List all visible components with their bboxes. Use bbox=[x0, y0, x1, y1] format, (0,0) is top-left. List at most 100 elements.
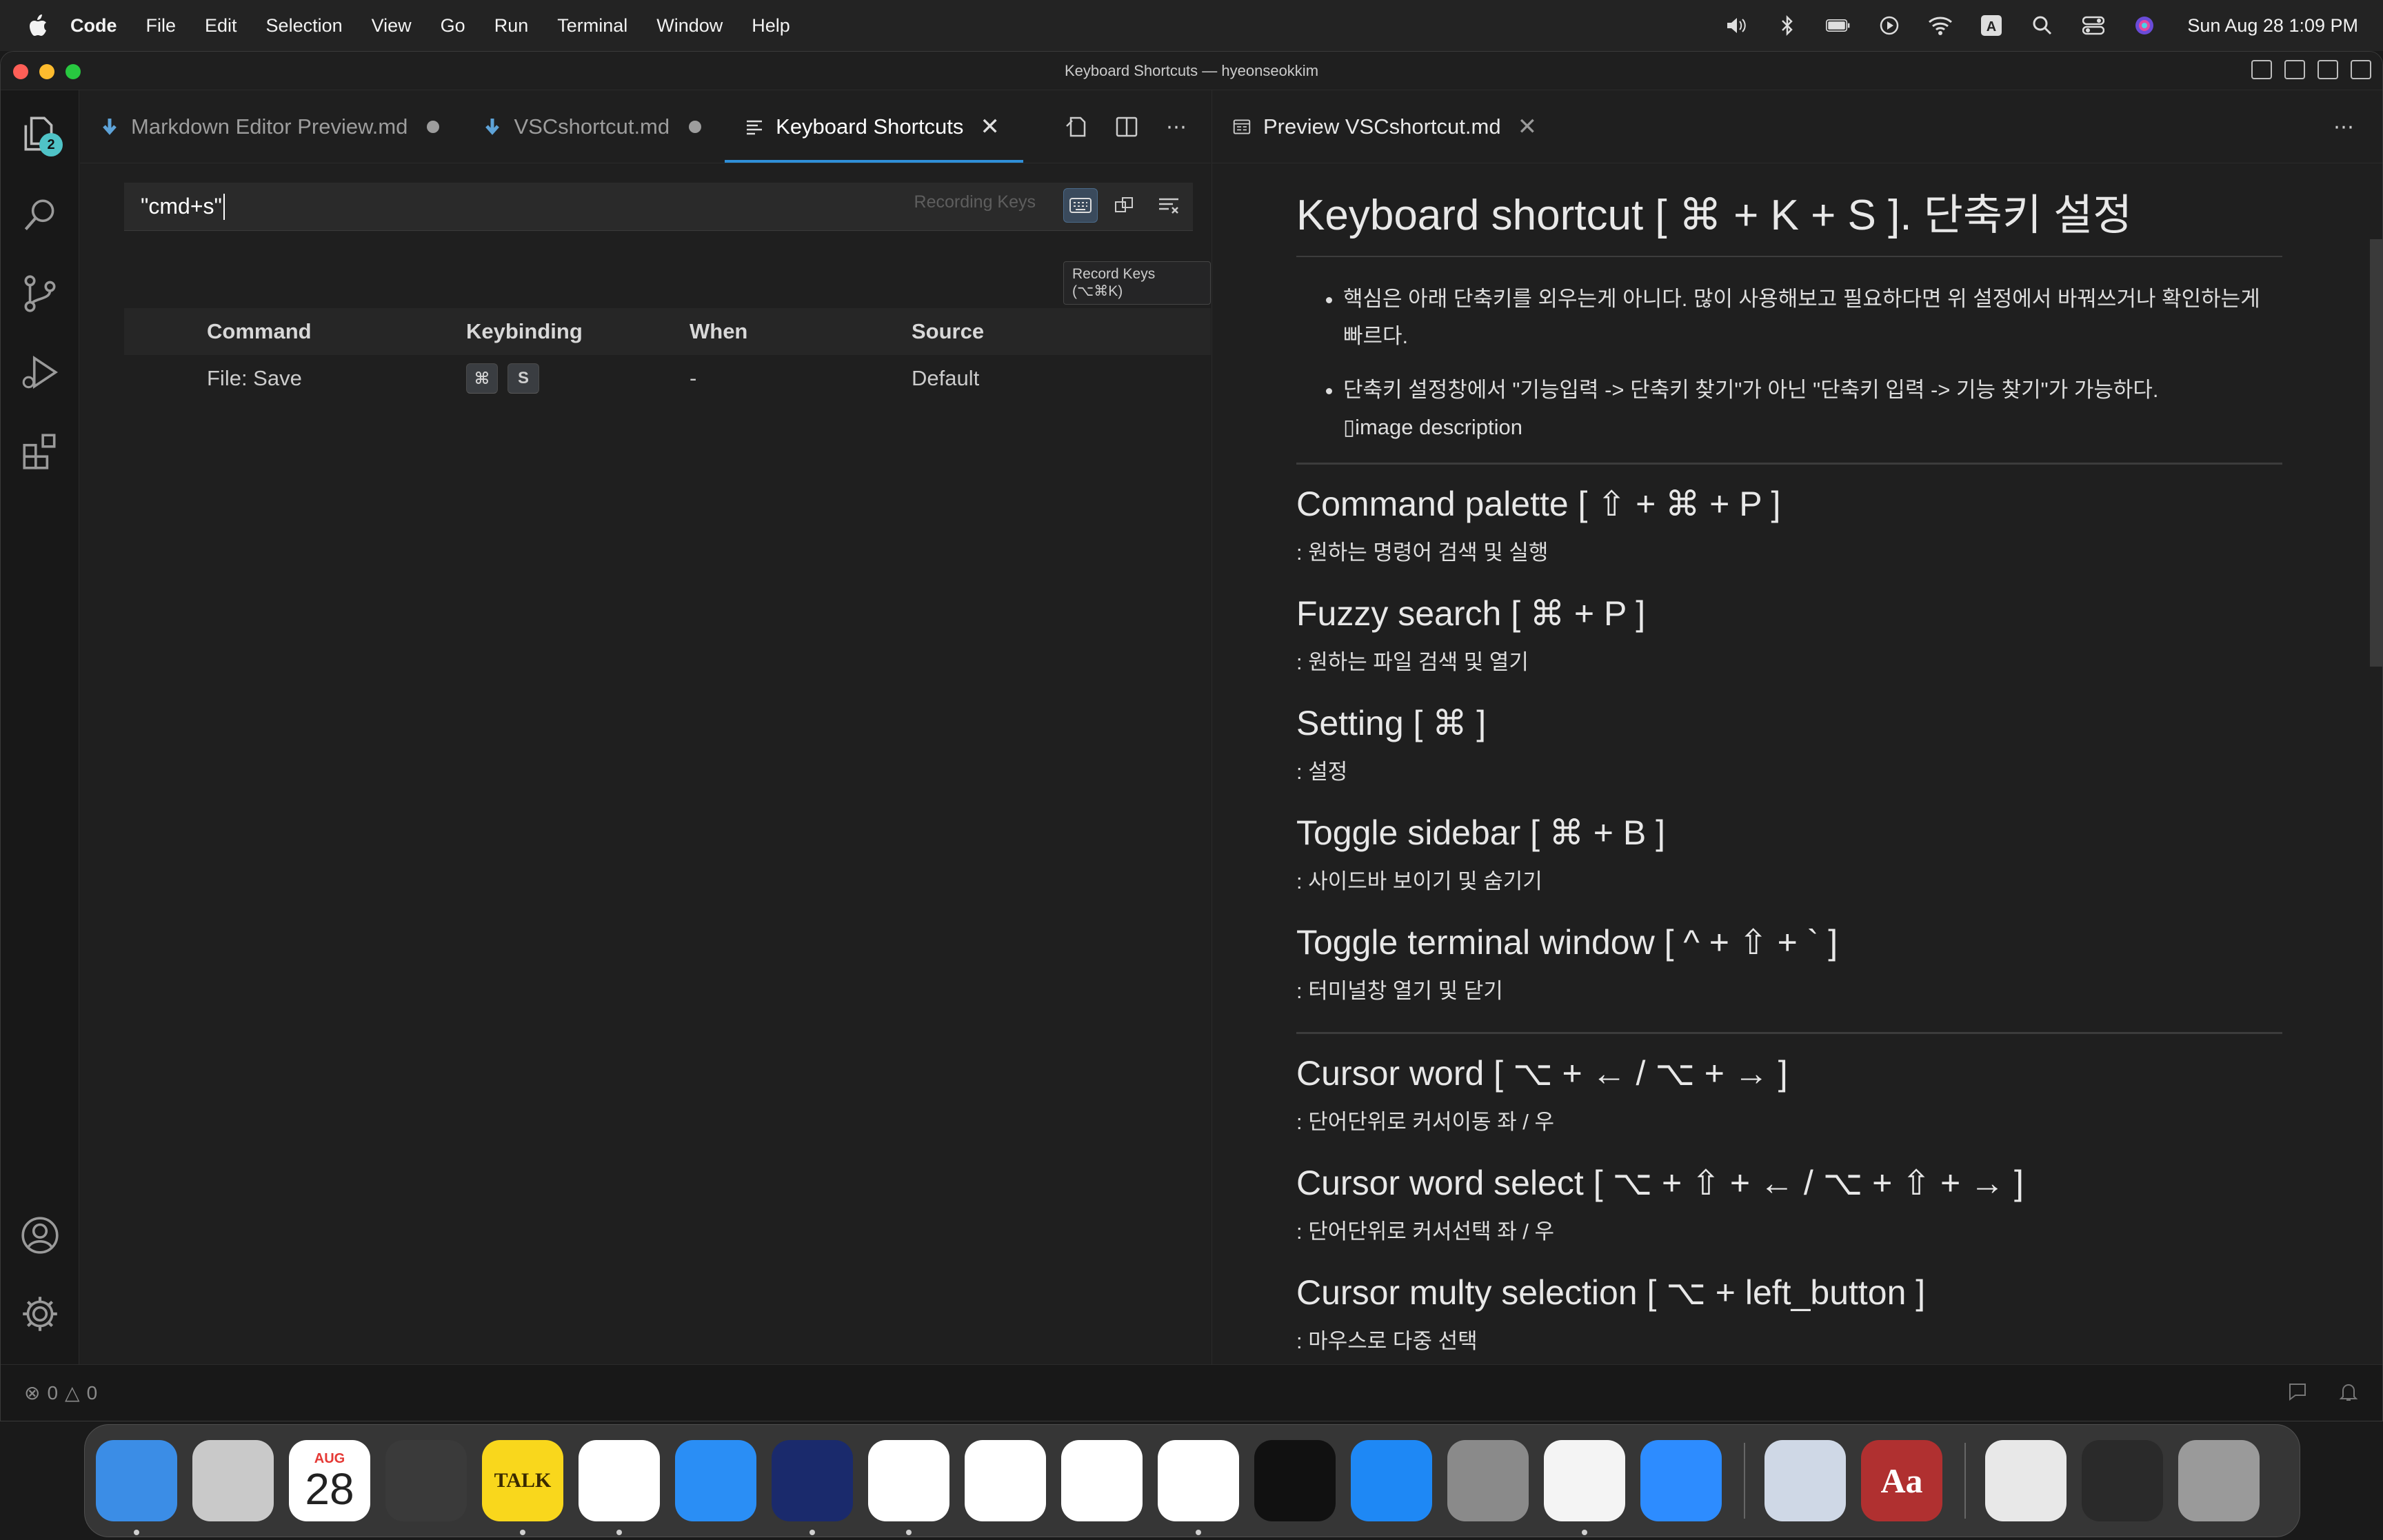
keybindings-search-input[interactable]: "cmd+s" Recording Keys bbox=[124, 183, 1193, 231]
finder-icon[interactable] bbox=[96, 1440, 177, 1535]
search-icon[interactable] bbox=[16, 191, 64, 239]
open-keybindings-json-icon[interactable] bbox=[1065, 114, 1089, 139]
dictionary-icon[interactable]: Aa bbox=[1861, 1440, 1942, 1521]
downloads-folder-icon[interactable] bbox=[1985, 1440, 2067, 1521]
app-store-icon[interactable] bbox=[1351, 1440, 1432, 1521]
vscode-icon[interactable] bbox=[1158, 1440, 1239, 1535]
spotlight-icon[interactable] bbox=[2030, 15, 2055, 36]
menubar-go[interactable]: Go bbox=[441, 15, 465, 37]
control-center-icon[interactable] bbox=[2081, 15, 2106, 36]
calculator-icon[interactable] bbox=[385, 1440, 467, 1521]
menubar-terminal[interactable]: Terminal bbox=[557, 15, 627, 37]
customize-layout-icon[interactable] bbox=[2351, 60, 2371, 79]
whale-icon[interactable] bbox=[772, 1440, 853, 1535]
table-row[interactable]: File: Save ⌘ S - Default bbox=[124, 355, 1211, 402]
menubar-app-name[interactable]: Code bbox=[70, 15, 117, 37]
column-header-keybinding[interactable]: Keybinding bbox=[466, 319, 690, 344]
menubar-run[interactable]: Run bbox=[494, 15, 529, 37]
close-tab-icon[interactable]: ✕ bbox=[1518, 113, 1538, 141]
calendar-day: 28 bbox=[305, 1463, 354, 1514]
input-source-icon[interactable]: A bbox=[1979, 15, 2004, 36]
accounts-icon[interactable] bbox=[16, 1211, 64, 1259]
photos-icon[interactable] bbox=[965, 1440, 1046, 1521]
menubar-clock[interactable]: Sun Aug 28 1:09 PM bbox=[2187, 15, 2358, 37]
unsaved-dot-icon[interactable] bbox=[427, 120, 440, 133]
window-titlebar: Keyboard Shortcuts — hyeonseokkim bbox=[1, 52, 2382, 90]
notifications-bell-icon[interactable] bbox=[2338, 1381, 2359, 1402]
minimize-window-button[interactable] bbox=[39, 64, 54, 79]
terminal-icon[interactable] bbox=[1254, 1440, 1336, 1521]
column-header-command[interactable]: Command bbox=[124, 319, 466, 344]
onedrive-icon[interactable] bbox=[1061, 1440, 1143, 1521]
apple-menu-icon[interactable] bbox=[21, 13, 55, 38]
close-tab-icon[interactable]: ✕ bbox=[980, 113, 1000, 141]
editor-tabs-left: Markdown Editor Preview.md VSCshortcut.m… bbox=[80, 90, 1211, 163]
error-count: 0 bbox=[47, 1381, 59, 1404]
toggle-secondary-sidebar-icon[interactable] bbox=[2317, 60, 2338, 79]
clear-search-icon[interactable] bbox=[1152, 188, 1186, 223]
siri-icon[interactable] bbox=[2132, 15, 2157, 36]
running-indicator bbox=[1582, 1530, 1587, 1535]
row-keybinding: ⌘ S bbox=[466, 363, 690, 394]
run-and-debug-icon[interactable] bbox=[16, 348, 64, 396]
list-item-text: 단축키 설정창에서 "기능입력 -> 단축키 찾기"가 아닌 "단축키 입력 -… bbox=[1343, 378, 2159, 402]
manage-gear-icon[interactable] bbox=[16, 1290, 64, 1338]
editor-group-right: Preview VSCshortcut.md ✕ ⋯ .group2 .tab.… bbox=[1211, 90, 2382, 1366]
kakaotalk-icon[interactable]: TALK bbox=[482, 1440, 563, 1535]
menubar-window[interactable]: Window bbox=[656, 15, 723, 37]
feedback-icon[interactable] bbox=[2287, 1381, 2308, 1402]
image-alt-text: image description bbox=[1355, 415, 1523, 439]
wifi-icon[interactable] bbox=[1928, 15, 1953, 36]
trash-icon[interactable] bbox=[2178, 1440, 2260, 1521]
close-window-button[interactable] bbox=[13, 64, 28, 79]
calendar-icon[interactable]: AUG 28 bbox=[289, 1440, 370, 1521]
todo-icon[interactable] bbox=[579, 1440, 660, 1535]
tab-preview-vscshortcut[interactable]: Preview VSCshortcut.md ✕ bbox=[1212, 90, 1560, 163]
textedit-icon[interactable] bbox=[1544, 1440, 1625, 1535]
explorer-icon[interactable]: 2 bbox=[16, 110, 64, 158]
source-control-icon[interactable] bbox=[16, 270, 64, 318]
tab-label: Markdown Editor Preview.md bbox=[131, 114, 408, 139]
tab-keyboard-shortcuts[interactable]: Keyboard Shortcuts ✕ bbox=[725, 90, 1023, 163]
problems-indicator[interactable]: ⊗ 0 △ 0 bbox=[24, 1381, 97, 1404]
system-preferences-icon[interactable] bbox=[1447, 1440, 1529, 1521]
toggle-panel-icon[interactable] bbox=[2284, 60, 2305, 79]
running-indicator bbox=[616, 1530, 622, 1535]
tab-markdown-editor-preview[interactable]: Markdown Editor Preview.md bbox=[80, 90, 463, 163]
extensions-icon[interactable] bbox=[16, 427, 64, 475]
battery-icon[interactable] bbox=[1826, 15, 1851, 36]
editor-group-left: Markdown Editor Preview.md VSCshortcut.m… bbox=[80, 90, 1211, 1366]
volume-icon[interactable] bbox=[1724, 15, 1749, 36]
unsaved-dot-icon[interactable] bbox=[689, 120, 702, 133]
launchpad-icon[interactable] bbox=[192, 1440, 274, 1521]
preview-heading-1: Keyboard shortcut [ ⌘ + K + S ]. 단축키 설정 bbox=[1296, 180, 2282, 257]
split-editor-icon[interactable] bbox=[1114, 114, 1139, 139]
column-header-when[interactable]: When bbox=[690, 319, 912, 344]
zoom-window-button[interactable] bbox=[66, 64, 81, 79]
menubar-view[interactable]: View bbox=[372, 15, 412, 37]
record-keys-keyboard-icon[interactable] bbox=[1063, 188, 1098, 223]
menubar-file[interactable]: File bbox=[146, 15, 177, 37]
editor-actions-left: ⋯ bbox=[1065, 90, 1189, 163]
zoom-icon[interactable] bbox=[1640, 1440, 1722, 1521]
tab-vscshortcut-md[interactable]: VSCshortcut.md bbox=[463, 90, 725, 163]
recent-app-icon[interactable] bbox=[2082, 1440, 2163, 1521]
preview-scrollbar[interactable] bbox=[2370, 239, 2382, 667]
preview-heading: Toggle sidebar [ ⌘ + B ] bbox=[1296, 813, 1666, 852]
preview-paragraph: : 터미널창 열기 및 닫기 bbox=[1296, 979, 1503, 1003]
safari-icon[interactable] bbox=[675, 1440, 756, 1521]
menubar-help[interactable]: Help bbox=[752, 15, 790, 37]
menubar-edit[interactable]: Edit bbox=[205, 15, 237, 37]
sort-by-precedence-icon[interactable] bbox=[1107, 188, 1142, 223]
menubar-selection[interactable]: Selection bbox=[266, 15, 343, 37]
more-actions-icon[interactable]: ⋯ bbox=[1164, 114, 1189, 139]
bluetooth-icon[interactable] bbox=[1775, 15, 1800, 36]
toggle-primary-sidebar-icon[interactable] bbox=[2251, 60, 2272, 79]
activity-bar: 2 bbox=[1, 90, 79, 1366]
play-icon[interactable] bbox=[1877, 15, 1902, 36]
more-actions-icon[interactable]: ⋯ bbox=[2331, 114, 2356, 139]
column-header-source[interactable]: Source bbox=[912, 319, 1118, 344]
preview-app-icon[interactable] bbox=[1764, 1440, 1846, 1521]
chrome-icon[interactable] bbox=[868, 1440, 949, 1535]
preview-bullet-list: 핵심은 아래 단축키를 외우는게 아니다. 많이 사용해보고 필요하다면 위 설… bbox=[1343, 281, 2282, 446]
